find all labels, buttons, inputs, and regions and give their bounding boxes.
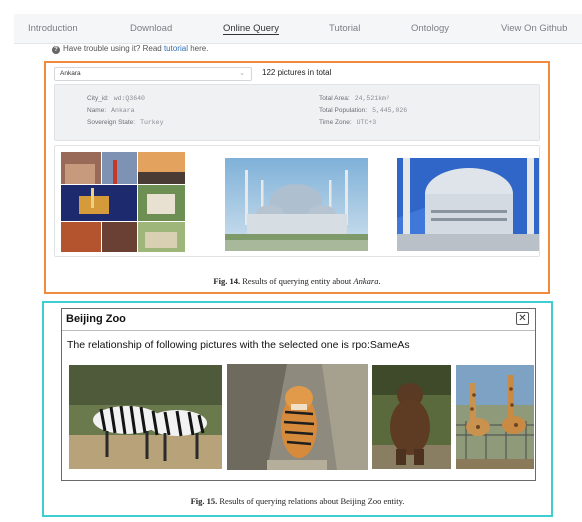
help-text: ? Have trouble using it? Read tutorial he…	[52, 44, 208, 54]
tutorial-link[interactable]: tutorial	[164, 44, 188, 53]
info-key: Sovereign State:	[87, 119, 136, 126]
city-select[interactable]: Ankara ⌄	[54, 67, 252, 81]
figure-15-caption: Fig. 15. Results of querying relations a…	[44, 496, 551, 506]
question-icon: ?	[52, 46, 60, 54]
info-key: City_id:	[87, 95, 109, 102]
giraffe-photo[interactable]	[456, 365, 534, 469]
info-city-id: City_id: wd:Q3640	[87, 95, 145, 102]
relation-dialog: Beijing Zoo ✕ The relationship of follow…	[61, 308, 536, 481]
info-key: Name:	[87, 107, 107, 114]
info-total-area: Total Area: 24,521km²	[319, 95, 390, 102]
figure-15: Beijing Zoo ✕ The relationship of follow…	[42, 301, 553, 517]
help-suffix: here.	[187, 44, 209, 53]
nav-download[interactable]: Download	[130, 23, 172, 34]
relationship-text: The relationship of following pictures w…	[67, 339, 410, 351]
nav-online-query[interactable]: Online Query	[223, 23, 279, 34]
info-key: Total Population:	[319, 107, 368, 114]
caption-entity: Ankara	[353, 276, 379, 286]
bear-photo[interactable]	[372, 365, 451, 469]
caption-text: Results of querying entity about	[240, 276, 354, 286]
info-value: Turkey	[140, 119, 164, 126]
figure-14: Ankara ⌄ 122 pictures in total City_id: w…	[44, 61, 550, 294]
zebra-photo[interactable]	[69, 365, 222, 469]
info-sovereign-state: Sovereign State: Turkey	[87, 119, 163, 126]
caption-text: Results of querying relations about Beij…	[217, 496, 405, 506]
city-select-value: Ankara	[60, 70, 81, 77]
help-prefix: Have trouble using it? Read	[63, 44, 164, 53]
entity-info-panel: City_id: wd:Q3640 Name: Ankara Sovereign S…	[54, 84, 540, 141]
info-key: Time Zone:	[319, 119, 352, 126]
info-name: Name: Ankara	[87, 107, 135, 114]
close-icon[interactable]: ✕	[516, 312, 529, 325]
info-value: 5,445,026	[372, 107, 408, 114]
chevron-down-icon: ⌄	[239, 70, 245, 77]
ankara-collage-photo[interactable]	[61, 152, 185, 252]
dialog-title: Beijing Zoo	[66, 313, 126, 325]
mosque-interior-photo[interactable]	[397, 158, 539, 251]
figure-14-caption: Fig. 14. Results of querying entity abou…	[46, 276, 548, 286]
info-value: Ankara	[111, 107, 135, 114]
caption-label: Fig. 15.	[190, 496, 218, 506]
caption-end: .	[378, 276, 381, 286]
nav-tutorial[interactable]: Tutorial	[329, 23, 360, 34]
tiger-photo[interactable]	[227, 364, 368, 470]
info-key: Total Area:	[319, 95, 350, 102]
info-total-population: Total Population: 5,445,026	[319, 107, 407, 114]
info-value: UTC+3	[356, 119, 377, 126]
info-value: wd:Q3640	[113, 95, 145, 102]
nav-ontology[interactable]: Ontology	[411, 23, 449, 34]
info-value: 24,521km²	[354, 95, 390, 102]
picture-gallery	[54, 145, 540, 257]
top-nav: Introduction Download Online Query Tutor…	[14, 14, 582, 44]
nav-view-on-github[interactable]: View On Github	[501, 23, 567, 34]
dialog-divider	[62, 330, 535, 331]
caption-label: Fig. 14.	[213, 276, 241, 286]
nav-introduction[interactable]: Introduction	[28, 23, 78, 34]
kocatepe-mosque-photo[interactable]	[225, 158, 368, 251]
picture-count: 122 pictures in total	[262, 68, 332, 77]
info-time-zone: Time Zone: UTC+3	[319, 119, 376, 126]
